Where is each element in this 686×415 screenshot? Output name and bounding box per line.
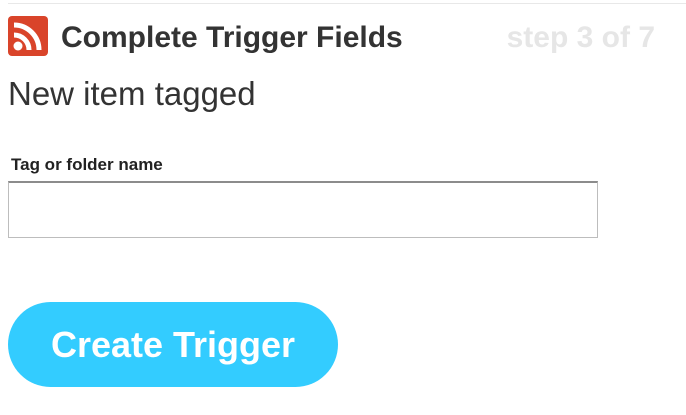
- trigger-name: New item tagged: [8, 75, 256, 112]
- tag-field-label: Tag or folder name: [11, 155, 163, 174]
- tag-or-folder-input[interactable]: [8, 181, 598, 238]
- step-header: Complete Trigger Fields step 3 of 7: [8, 16, 678, 60]
- top-divider: [8, 3, 686, 4]
- create-trigger-button[interactable]: Create Trigger: [8, 302, 338, 387]
- step-indicator: step 3 of 7: [506, 21, 655, 54]
- page-title: Complete Trigger Fields: [61, 21, 403, 54]
- rss-feed-icon: [8, 16, 48, 56]
